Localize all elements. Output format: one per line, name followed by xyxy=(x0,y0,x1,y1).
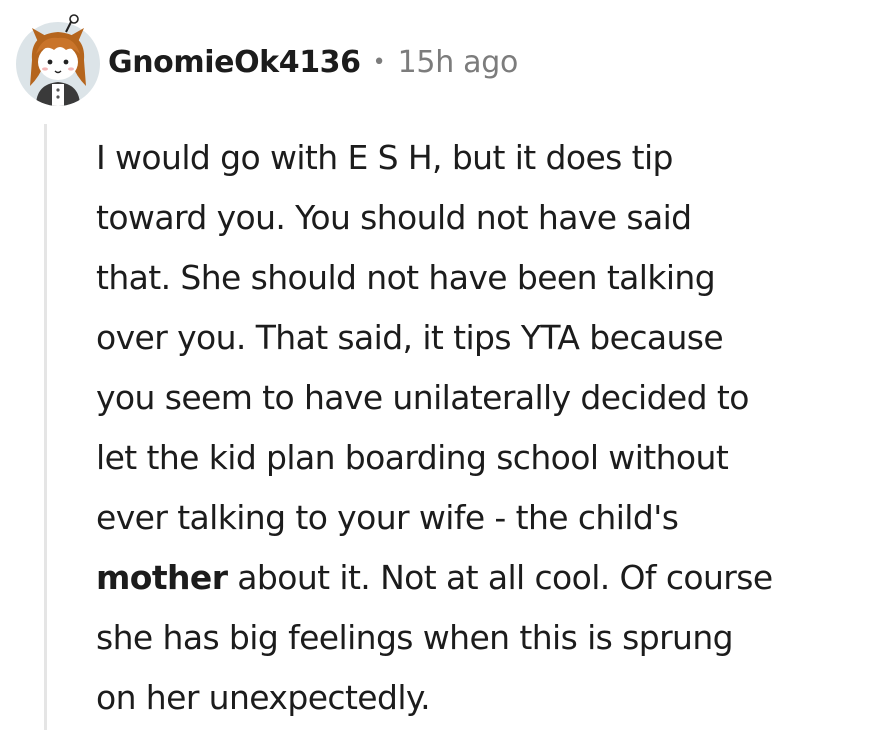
comment: GnomieOk4136 • 15h ago I would go with E… xyxy=(0,0,892,732)
comment-body: I would go with E S H, but it does tip t… xyxy=(96,128,886,728)
comment-line: I would go with E S H, but it does tip xyxy=(96,138,673,177)
timestamp[interactable]: 15h ago xyxy=(398,45,519,80)
thread-line[interactable] xyxy=(44,124,47,730)
comment-line: over you. That said, it tips YTA because xyxy=(96,318,724,357)
bold-text: mother xyxy=(96,558,228,597)
comment-line: she has big feelings when this is sprung xyxy=(96,618,734,657)
username-link[interactable]: GnomieOk4136 xyxy=(108,45,361,80)
comment-line: mother about it. Not at all cool. Of cou… xyxy=(96,548,886,608)
comment-line: let the kid plan boarding school without xyxy=(96,438,729,477)
meta-separator: • xyxy=(372,49,386,75)
avatar[interactable] xyxy=(12,14,104,106)
comment-line-text: about it. Not at all cool. Of course xyxy=(227,558,773,597)
comment-line: toward you. You should not have said xyxy=(96,198,692,237)
comment-header: GnomieOk4136 • 15h ago xyxy=(108,40,518,84)
comment-line: on her unexpectedly. xyxy=(96,678,431,717)
comment-line: you seem to have unilaterally decided to xyxy=(96,378,749,417)
snoo-avatar-icon xyxy=(16,14,100,106)
comment-line: that. She should not have been talking xyxy=(96,258,716,297)
comment-line: ever talking to your wife - the child's xyxy=(96,498,679,537)
